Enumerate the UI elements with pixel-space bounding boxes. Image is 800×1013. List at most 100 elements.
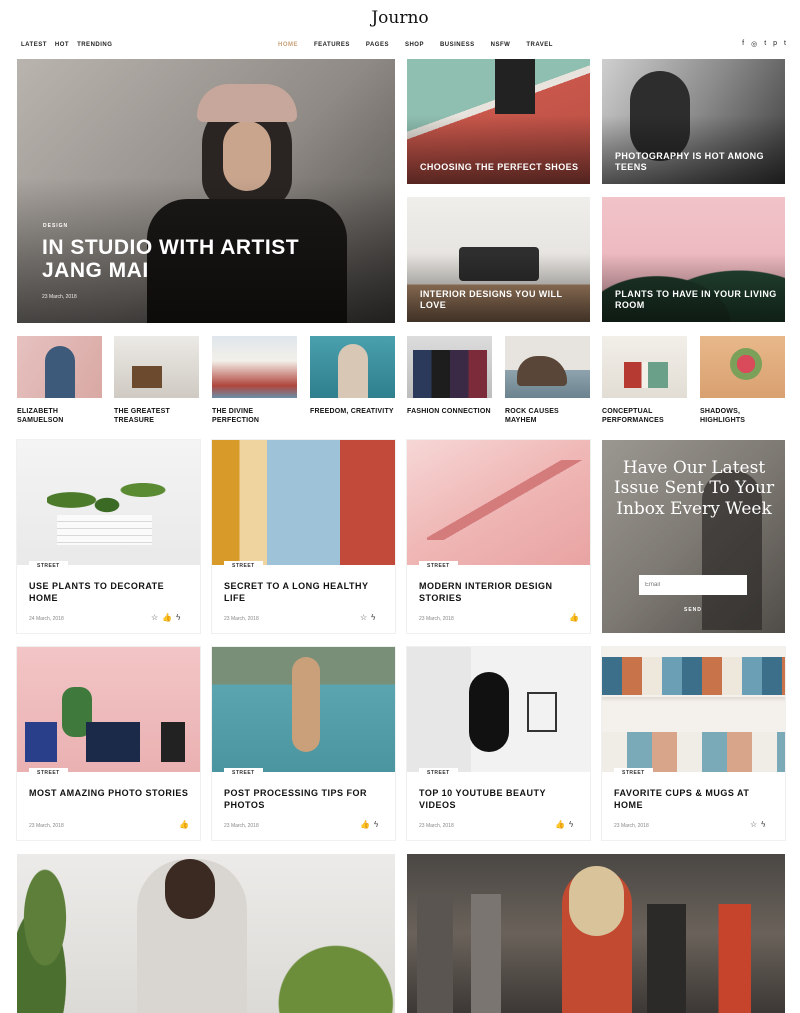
thumbs-up-icon[interactable]: 👍: [555, 820, 565, 829]
strip-label-7[interactable]: CONCEPTUAL PERFORMANCES: [602, 407, 687, 426]
post-card[interactable]: STREET TOP 10 YOUTUBE BEAUTY VIDEOS 23 M…: [407, 647, 590, 840]
category-badge[interactable]: STREET: [419, 561, 458, 571]
strip-thumb-1[interactable]: [17, 336, 102, 398]
hero-title[interactable]: IN STUDIO WITH ARTIST JANG MAI: [42, 236, 342, 282]
woman-hair: [569, 866, 624, 936]
pinterest-icon[interactable]: p: [773, 40, 777, 48]
strip-label-5[interactable]: FASHION CONNECTION: [407, 407, 492, 416]
tile-photography[interactable]: PHOTOGRAPHY IS HOT AMONG TEENS: [602, 59, 785, 184]
card-title[interactable]: TOP 10 YOUTUBE BEAUTY VIDEOS: [419, 788, 579, 811]
plates: [602, 657, 785, 695]
tile-title[interactable]: INTERIOR DESIGNS YOU WILL LOVE: [420, 289, 590, 310]
nav-trending[interactable]: TRENDING: [77, 42, 112, 48]
bolt-icon[interactable]: ϟ: [569, 820, 573, 829]
facebook-icon[interactable]: f: [742, 40, 744, 48]
strip-label-1[interactable]: ELIZABETH SAMUELSON: [17, 407, 102, 426]
card-actions: ☆ ϟ: [750, 820, 765, 829]
strip-thumb-4[interactable]: [310, 336, 395, 398]
bolt-icon[interactable]: ϟ: [374, 820, 378, 829]
swimmer: [292, 657, 320, 752]
category-badge[interactable]: STREET: [419, 768, 458, 778]
secondary-nav: LATEST HOT TRENDING: [21, 42, 112, 48]
card-actions: 👍: [179, 820, 189, 829]
post-card[interactable]: STREET MOST AMAZING PHOTO STORIES 23 Mar…: [17, 647, 200, 840]
tile-shoes[interactable]: CHOOSING THE PERFECT SHOES: [407, 59, 590, 184]
instagram-icon[interactable]: ◎: [751, 40, 757, 48]
card-title[interactable]: MODERN INTERIOR DESIGN STORIES: [419, 581, 579, 604]
post-card[interactable]: STREET SECRET TO A LONG HEALTHY LIFE 23 …: [212, 440, 395, 633]
thumbs-up-icon[interactable]: 👍: [360, 820, 370, 829]
nav-travel[interactable]: TRAVEL: [526, 42, 553, 48]
card-actions: ☆ ϟ: [360, 613, 375, 622]
newsletter-email-input[interactable]: [639, 575, 747, 595]
hero-image[interactable]: [17, 59, 395, 323]
man-head: [165, 859, 215, 919]
strip-label-3[interactable]: THE DIVINE PERFECTION: [212, 407, 297, 426]
tumblr-icon[interactable]: t: [784, 40, 786, 48]
strip-label-6[interactable]: ROCK CAUSES MAYHEM: [505, 407, 590, 426]
card-title[interactable]: POST PROCESSING TIPS FOR PHOTOS: [224, 788, 384, 811]
bolt-icon[interactable]: ϟ: [176, 613, 180, 622]
strip-label-8[interactable]: SHADOWS, HIGHLIGHTS: [700, 407, 785, 426]
category-badge[interactable]: STREET: [614, 768, 653, 778]
strip-thumb-8[interactable]: [700, 336, 785, 398]
bowls: [602, 732, 785, 772]
strip-label-2[interactable]: THE GREATEST TREASURE: [114, 407, 199, 426]
card-image: [17, 647, 200, 772]
card-title[interactable]: MOST AMAZING PHOTO STORIES: [29, 788, 189, 800]
post-card[interactable]: STREET POST PROCESSING TIPS FOR PHOTOS 2…: [212, 647, 395, 840]
strip-thumb-6[interactable]: [505, 336, 590, 398]
card-image: [212, 440, 395, 565]
post-card[interactable]: STREET MODERN INTERIOR DESIGN STORIES 23…: [407, 440, 590, 633]
category-badge[interactable]: STREET: [29, 768, 68, 778]
nav-shop[interactable]: SHOP: [405, 42, 424, 48]
frame: [527, 692, 557, 732]
bottom-feature-left[interactable]: [17, 854, 395, 1013]
star-icon[interactable]: ☆: [750, 820, 757, 829]
category-badge[interactable]: STREET: [224, 561, 263, 571]
tile-title[interactable]: PHOTOGRAPHY IS HOT AMONG TEENS: [615, 151, 785, 172]
twitter-icon[interactable]: t: [764, 40, 766, 48]
nav-home[interactable]: HOME: [278, 42, 298, 48]
post-card[interactable]: STREET FAVORITE CUPS & MUGS AT HOME 23 M…: [602, 647, 785, 840]
nav-hot[interactable]: HOT: [55, 42, 69, 48]
card-title[interactable]: FAVORITE CUPS & MUGS AT HOME: [614, 788, 774, 811]
card-title[interactable]: SECRET TO A LONG HEALTHY LIFE: [224, 581, 384, 604]
nav-nsfw[interactable]: NSFW: [491, 42, 511, 48]
nav-pages[interactable]: PAGES: [366, 42, 389, 48]
card-date: 23 March, 2018: [224, 823, 259, 829]
bolt-icon[interactable]: ϟ: [761, 820, 765, 829]
category-badge[interactable]: STREET: [29, 561, 68, 571]
strip-thumb-5[interactable]: [407, 336, 492, 398]
strip-label-4[interactable]: FREEDOM, CREATIVITY: [310, 407, 395, 416]
thumbs-up-icon[interactable]: 👍: [162, 613, 172, 622]
newsletter-send-button[interactable]: SEND: [684, 607, 702, 613]
card-image: [17, 440, 200, 565]
tile-title[interactable]: PLANTS TO HAVE IN YOUR LIVING ROOM: [615, 289, 785, 310]
thumbs-up-icon[interactable]: 👍: [569, 613, 579, 622]
flowers: [730, 348, 762, 380]
strip-thumb-2[interactable]: [114, 336, 199, 398]
tile-title[interactable]: CHOOSING THE PERFECT SHOES: [420, 162, 578, 172]
card-date: 23 March, 2018: [419, 823, 454, 829]
post-card[interactable]: STREET USE PLANTS TO DECORATE HOME 24 Ma…: [17, 440, 200, 633]
site-logo[interactable]: Journo: [0, 8, 800, 28]
person: [45, 346, 75, 398]
nav-features[interactable]: FEATURES: [314, 42, 350, 48]
star-icon[interactable]: ☆: [151, 613, 158, 622]
tile-interior[interactable]: INTERIOR DESIGNS YOU WILL LOVE: [407, 197, 590, 322]
card-title[interactable]: USE PLANTS TO DECORATE HOME: [29, 581, 189, 604]
strip-thumb-3[interactable]: [212, 336, 297, 398]
card-actions: 👍 ϟ: [360, 820, 378, 829]
category-badge[interactable]: STREET: [224, 768, 263, 778]
strip-thumb-7[interactable]: [602, 336, 687, 398]
hero-category[interactable]: DESIGN: [43, 223, 68, 229]
bolt-icon[interactable]: ϟ: [371, 613, 375, 622]
nav-latest[interactable]: LATEST: [21, 42, 47, 48]
nav-business[interactable]: BUSINESS: [440, 42, 475, 48]
tile-plants[interactable]: PLANTS TO HAVE IN YOUR LIVING ROOM: [602, 197, 785, 322]
owl-mural: [469, 672, 509, 752]
star-icon[interactable]: ☆: [360, 613, 367, 622]
thumbs-up-icon[interactable]: 👍: [179, 820, 189, 829]
bottom-feature-right[interactable]: [407, 854, 785, 1013]
